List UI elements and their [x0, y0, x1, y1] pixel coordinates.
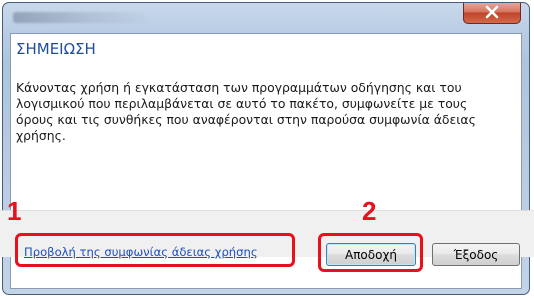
highlight-box-accept	[318, 233, 423, 272]
close-icon	[484, 4, 500, 23]
callout-step-2: 2	[362, 196, 377, 226]
title-bar[interactable]	[3, 3, 529, 33]
callout-step-1: 1	[7, 196, 22, 226]
exit-button[interactable]: Έξοδος	[432, 243, 520, 266]
dialog-message: Κάνοντας χρήση ή εγκατάσταση των προγραμ…	[16, 80, 476, 143]
close-button[interactable]	[463, 3, 521, 24]
dialog-heading: ΣΗΜΕΙΩΣΗ	[16, 40, 96, 58]
window-title-blurred	[13, 12, 145, 23]
highlight-box-link	[15, 233, 295, 267]
